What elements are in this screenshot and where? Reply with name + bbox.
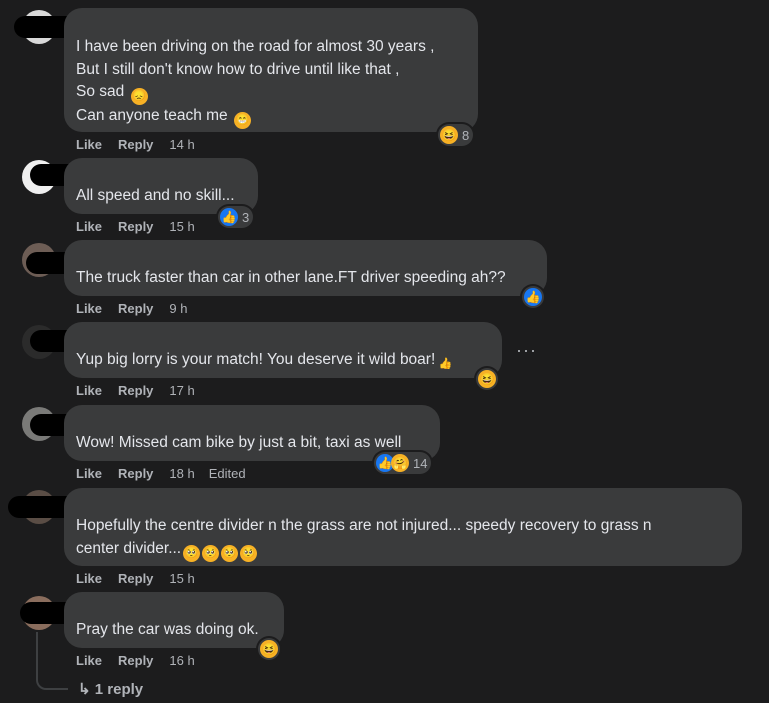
comment-bubble: Yup big lorry is your match! You deserve… (64, 322, 502, 378)
reaction-summary[interactable]: 😆 8 (438, 124, 474, 146)
like-button[interactable]: Like (76, 219, 102, 234)
pleading-emoji-icon: 🥺 (221, 544, 239, 562)
reaction-summary[interactable]: 👍 3 (218, 206, 254, 228)
reaction-count: 3 (242, 209, 250, 225)
timestamp[interactable]: 15 h (169, 219, 194, 234)
comment-text: The truck faster than car in other lane.… (76, 269, 506, 286)
edited-label: Edited (208, 466, 246, 481)
comment-text-line: Can anyone teach me (76, 107, 228, 124)
comment-text-line: Hopefully the centre divider n the grass… (76, 517, 652, 534)
comment-actions: Like Reply 16 h (76, 653, 209, 668)
comment-bubble: Hopefully the centre divider n the grass… (64, 488, 742, 566)
timestamp[interactable]: 17 h (169, 383, 194, 398)
reply-button[interactable]: Reply (118, 571, 153, 586)
comment-actions: Like Reply 15 h (76, 571, 209, 586)
haha-icon: 😆 (478, 370, 496, 388)
timestamp[interactable]: 9 h (169, 301, 187, 316)
reply-button[interactable]: Reply (118, 137, 153, 152)
like-button[interactable]: Like (76, 466, 102, 481)
haha-icon: 😆 (440, 126, 458, 144)
comment-text: Yup big lorry is your match! You deserve… (76, 351, 436, 368)
care-icon: 🤗 (391, 454, 409, 472)
reaction-summary[interactable]: 😆 (258, 638, 280, 660)
like-button[interactable]: Like (76, 301, 102, 316)
sad-face-emoji-icon: 😞 (130, 88, 148, 105)
comment-bubble: The truck faster than car in other lane.… (64, 240, 547, 296)
timestamp[interactable]: 16 h (169, 653, 194, 668)
reaction-summary[interactable]: 😆 (476, 368, 498, 390)
comment-bubble: I have been driving on the road for almo… (64, 8, 478, 132)
reaction-count: 14 (413, 455, 428, 471)
thumbs-up-emoji-icon: 👍 (438, 358, 453, 370)
like-icon: 👍 (524, 288, 542, 306)
like-button[interactable]: Like (76, 137, 102, 152)
view-replies-link[interactable]: ↳ 1 reply (78, 680, 143, 698)
comment-text: Wow! Missed cam bike by just a bit, taxi… (76, 434, 402, 451)
comment-text: Pray the car was doing ok. (76, 621, 259, 638)
comment-text-line: So sad (76, 83, 125, 100)
comment-text: All speed and no skill... (76, 187, 235, 204)
reply-button[interactable]: Reply (118, 466, 153, 481)
like-button[interactable]: Like (76, 383, 102, 398)
haha-icon: 😆 (260, 640, 278, 658)
grin-emoji-icon: 😁 (233, 112, 251, 129)
thread-connector (36, 632, 68, 690)
like-button[interactable]: Like (76, 571, 102, 586)
pleading-emoji-icon: 🥺 (183, 544, 201, 562)
comment-actions: Like Reply 9 h (76, 301, 202, 316)
reply-button[interactable]: Reply (118, 653, 153, 668)
comment-actions: Like Reply 14 h (76, 137, 209, 152)
pleading-emoji-icon: 🥺 (240, 544, 258, 562)
reply-button[interactable]: Reply (118, 383, 153, 398)
timestamp[interactable]: 18 h (169, 466, 194, 481)
like-button[interactable]: Like (76, 653, 102, 668)
comment-bubble: Pray the car was doing ok. (64, 592, 284, 648)
like-icon: 👍 (220, 208, 238, 226)
comment-text-line: But I still don't know how to drive unti… (76, 60, 400, 78)
timestamp[interactable]: 14 h (169, 137, 194, 152)
reaction-count: 8 (462, 127, 470, 143)
reaction-summary[interactable]: 👍 🤗 14 (374, 452, 432, 474)
pleading-emoji-icon: 🥺 (202, 544, 220, 562)
comment-actions: Like Reply 18 h Edited (76, 466, 246, 481)
replies-count: 1 reply (94, 681, 144, 698)
reply-button[interactable]: Reply (118, 301, 153, 316)
comment-text-line: I have been driving on the road for almo… (76, 38, 435, 55)
timestamp[interactable]: 15 h (169, 571, 194, 586)
comment-actions: Like Reply 17 h (76, 383, 209, 398)
comment-actions: Like Reply 15 h (76, 219, 209, 234)
comment-text-line: center divider... (76, 539, 182, 557)
reaction-summary[interactable]: 👍 (522, 286, 544, 308)
reply-arrow-icon: ↳ (78, 681, 91, 698)
reply-button[interactable]: Reply (118, 219, 153, 234)
more-options-icon[interactable]: ··· (516, 340, 537, 361)
